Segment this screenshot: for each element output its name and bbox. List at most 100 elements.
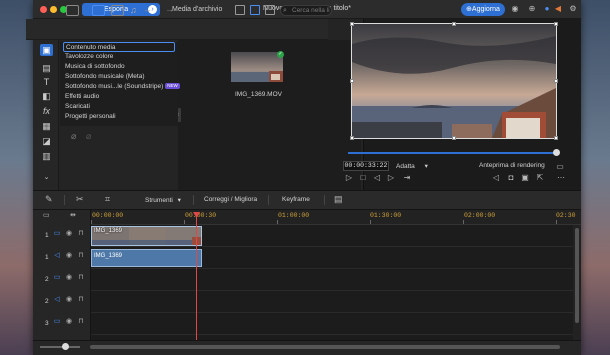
ruler-label-1: 00:00:30 <box>185 212 217 219</box>
resize-handle-bl[interactable] <box>350 136 354 140</box>
remove-folder-icon[interactable]: ⌀ <box>86 131 91 142</box>
resize-handle-br[interactable] <box>554 136 558 140</box>
correct-enhance-button[interactable]: Correggi / Migliora <box>204 196 257 203</box>
export-frame-icon[interactable]: ▤ <box>334 194 343 205</box>
lock-icon[interactable]: ⊓ <box>77 296 85 304</box>
track-number: 1 <box>45 254 49 261</box>
category-background-music-soundstripe[interactable]: Sottofondo musi...le (Soundstripe) NEW <box>65 82 180 92</box>
ruler-tick <box>184 220 185 224</box>
lock-icon[interactable]: ⊓ <box>77 318 85 326</box>
timeline-zoom-slider[interactable] <box>40 346 80 348</box>
category-my-projects[interactable]: Progetti personali <box>65 112 177 122</box>
category-downloaded[interactable]: Scaricati <box>65 102 177 112</box>
subtitle-tool-icon[interactable]: ▥ <box>40 150 53 162</box>
import-media-icon[interactable] <box>66 5 79 16</box>
track-lane <box>91 291 573 313</box>
category-sound-effects[interactable]: Effetti audio <box>65 92 177 102</box>
visibility-eye-icon[interactable]: ◉ <box>65 252 73 260</box>
divider <box>268 195 269 205</box>
edit-pen-icon[interactable]: ✎ <box>45 194 53 205</box>
tools-dropdown[interactable]: Strumenti ▾ <box>145 196 181 204</box>
video-track-icon: ▭ <box>53 274 61 281</box>
video-filter-icon[interactable] <box>92 5 105 16</box>
library-view-dropdown[interactable]: Media d'archivio <box>172 6 222 13</box>
library-search-input[interactable]: ⌕ Cerca nella li <box>280 5 332 16</box>
resize-handle-ml[interactable] <box>350 79 354 83</box>
resize-handle-bc[interactable] <box>452 136 456 140</box>
text-tool-icon[interactable]: T <box>40 76 53 88</box>
render-preview-button[interactable]: Anteprima di rendering <box>479 162 545 169</box>
external-window-icon[interactable]: ⇱ <box>535 173 545 183</box>
playhead[interactable] <box>196 216 197 340</box>
skip-end-icon[interactable]: ⇥ <box>402 173 412 183</box>
media-thumbnail[interactable] <box>231 52 283 82</box>
stop-icon[interactable]: □ <box>358 173 368 183</box>
list-view-icon[interactable] <box>235 5 245 15</box>
track-manager-icon[interactable]: ▭ <box>43 211 50 219</box>
particle-tool-icon[interactable]: ◪ <box>40 135 53 147</box>
keyframe-button[interactable]: Keyframe <box>282 196 310 203</box>
fit-label: Adatta <box>396 163 415 170</box>
crop-icon[interactable]: ⌗ <box>105 194 110 205</box>
audio-clip[interactable]: IMG_1369 <box>91 249 202 267</box>
track-number: 3 <box>45 320 49 327</box>
lock-icon[interactable]: ⊓ <box>77 252 85 260</box>
add-new-folder-icon[interactable]: ⌀ <box>71 131 76 142</box>
fit-timeline-icon[interactable]: ⇹ <box>70 211 76 219</box>
timeline-zoom-knob[interactable] <box>62 343 69 350</box>
timecode-display[interactable]: 00:00:33:22 <box>343 161 389 171</box>
preview-viewer[interactable] <box>351 23 557 139</box>
resize-handle-tc[interactable] <box>452 22 456 26</box>
category-background-music-meta[interactable]: Sottofondo musicale (Meta) <box>65 72 177 82</box>
audio-filter-icon[interactable]: ♫ <box>130 5 143 16</box>
audio-clip-label: IMG_1369 <box>94 253 123 259</box>
ruler-tick <box>91 220 92 224</box>
play-icon[interactable]: ▷ <box>344 173 354 183</box>
resize-handle-tl[interactable] <box>350 22 354 26</box>
next-frame-icon[interactable]: ▷ <box>386 173 396 183</box>
tools-chevron-icon: ▾ <box>177 197 181 204</box>
media-library-tool-icon[interactable]: ▣ <box>40 44 53 56</box>
horizontal-scroll-thumb[interactable] <box>90 345 560 349</box>
visibility-eye-icon[interactable]: ◉ <box>65 230 73 238</box>
vertical-scroll-thumb[interactable] <box>575 228 579 323</box>
resize-handle-mr[interactable] <box>554 79 558 83</box>
video-clip[interactable]: IMG_1369 <box>91 226 202 246</box>
transition-tool-icon[interactable]: ◧ <box>40 90 53 102</box>
more-options-icon[interactable]: ⋯ <box>556 173 566 183</box>
sort-icon[interactable] <box>265 5 275 15</box>
timeline-ruler[interactable]: 00:00:00 00:00:30 01:00:00 01:30:00 02:0… <box>91 210 581 225</box>
previous-frame-icon[interactable]: ◁ <box>372 173 382 183</box>
more-tools-icon[interactable]: ⌄ <box>40 172 53 184</box>
quality-icon[interactable]: ▣ <box>520 173 530 183</box>
scissors-icon[interactable]: ✂ <box>76 194 84 205</box>
tool-column: ▣ ▤ T ◧ fx ▦ ◪ ▥ ⌄ <box>33 19 59 208</box>
fit-dropdown[interactable]: Adatta ▾ <box>396 162 428 170</box>
image-filter-icon[interactable] <box>111 5 124 16</box>
snapshot-icon[interactable]: ◘ <box>506 173 516 183</box>
search-placeholder: Cerca nella li <box>292 7 330 14</box>
grid-view-icon[interactable] <box>250 5 260 15</box>
new-badge: NEW <box>165 83 180 89</box>
category-media-content[interactable]: Contenuto media <box>63 42 175 52</box>
volume-icon[interactable]: ◁ <box>491 173 501 183</box>
ruler-label-0: 00:00:00 <box>92 212 124 219</box>
track-lane <box>91 269 573 291</box>
preview-frame <box>352 24 556 138</box>
category-color-palettes[interactable]: Tavolozze colore <box>65 52 177 62</box>
video-track-icon: ▭ <box>53 230 61 237</box>
lock-icon[interactable]: ⊓ <box>77 230 85 238</box>
pip-tool-icon[interactable]: ▦ <box>40 120 53 132</box>
image-tool-icon[interactable]: ▤ <box>40 62 53 74</box>
lock-icon[interactable]: ⊓ <box>77 274 85 282</box>
fullscreen-icon[interactable]: ▭ <box>555 162 565 172</box>
visibility-eye-icon[interactable]: ◉ <box>65 318 73 326</box>
resize-handle-tr[interactable] <box>554 22 558 26</box>
visibility-eye-icon[interactable]: ◉ <box>65 274 73 282</box>
preview-scrubber[interactable] <box>348 152 556 154</box>
effects-tool-icon[interactable]: fx <box>40 105 53 117</box>
visibility-eye-icon[interactable]: ◉ <box>65 296 73 304</box>
divider <box>193 195 194 205</box>
category-background-music[interactable]: Musica di sottofondo <box>65 62 177 72</box>
scrubber-knob[interactable] <box>553 149 560 156</box>
